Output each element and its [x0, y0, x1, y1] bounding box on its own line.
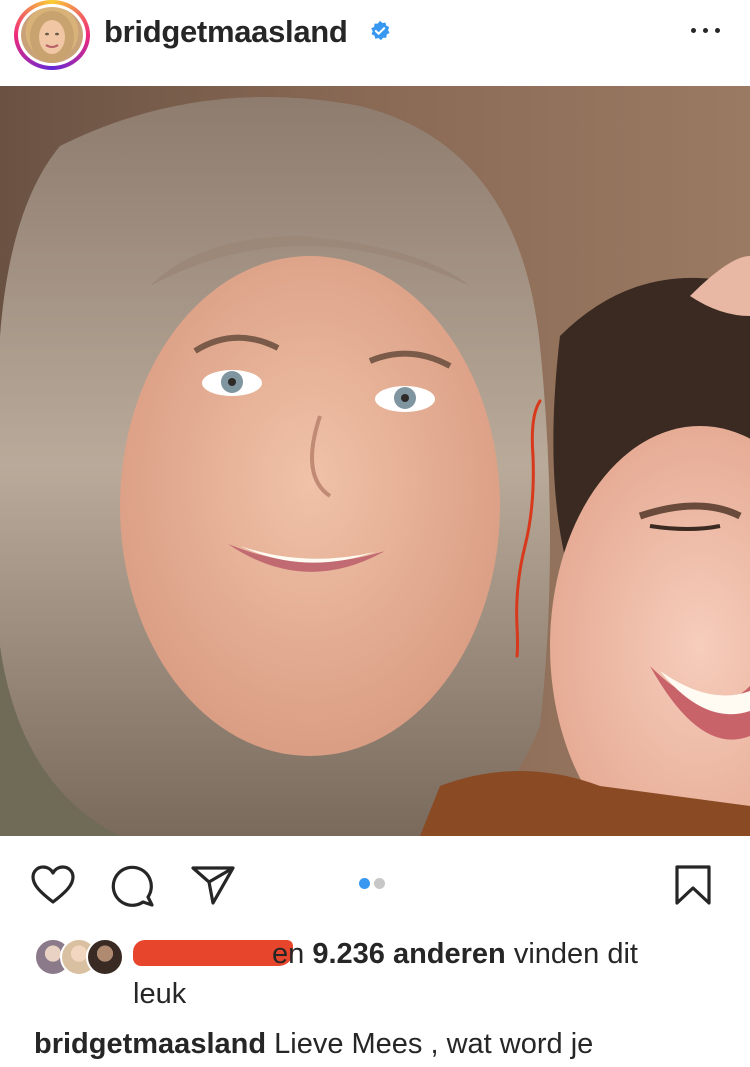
liker-avatar	[86, 938, 124, 976]
caption-text: Lieve Mees , wat word je	[274, 1028, 594, 1060]
paper-plane-icon[interactable]	[190, 864, 236, 906]
caption-username[interactable]: bridgetmaasland	[34, 1028, 266, 1060]
bookmark-icon[interactable]	[674, 864, 712, 906]
likes-suffix: vinden dit	[513, 938, 638, 970]
liker-avatars[interactable]	[34, 938, 124, 978]
avatar[interactable]	[18, 4, 86, 66]
verified-badge-icon	[371, 20, 390, 41]
carousel-dot-active	[359, 878, 370, 889]
likes-text: en 9.236 anderen vinden dit	[272, 938, 638, 971]
comment-icon[interactable]	[110, 864, 156, 908]
post-photo[interactable]	[0, 86, 750, 836]
action-bar	[0, 836, 750, 932]
carousel-indicator	[359, 876, 389, 894]
story-ring[interactable]	[14, 0, 90, 70]
likes-prefix: en	[272, 938, 305, 970]
heart-icon[interactable]	[30, 864, 76, 906]
more-options-icon[interactable]	[686, 18, 726, 42]
redacted-username	[133, 940, 293, 966]
caption: bridgetmaasland Lieve Mees , wat word je	[34, 1028, 593, 1061]
more-dot	[703, 28, 708, 33]
post-header: bridgetmaasland	[0, 0, 750, 86]
likes-count[interactable]: 9.236 anderen	[312, 938, 505, 970]
post-username[interactable]: bridgetmaasland	[104, 14, 348, 50]
photo-image	[0, 86, 750, 836]
avatar-image	[30, 11, 74, 63]
carousel-dot	[374, 878, 385, 889]
more-dot	[715, 28, 720, 33]
more-dot	[691, 28, 696, 33]
likes-text-line2: leuk	[133, 978, 187, 1010]
